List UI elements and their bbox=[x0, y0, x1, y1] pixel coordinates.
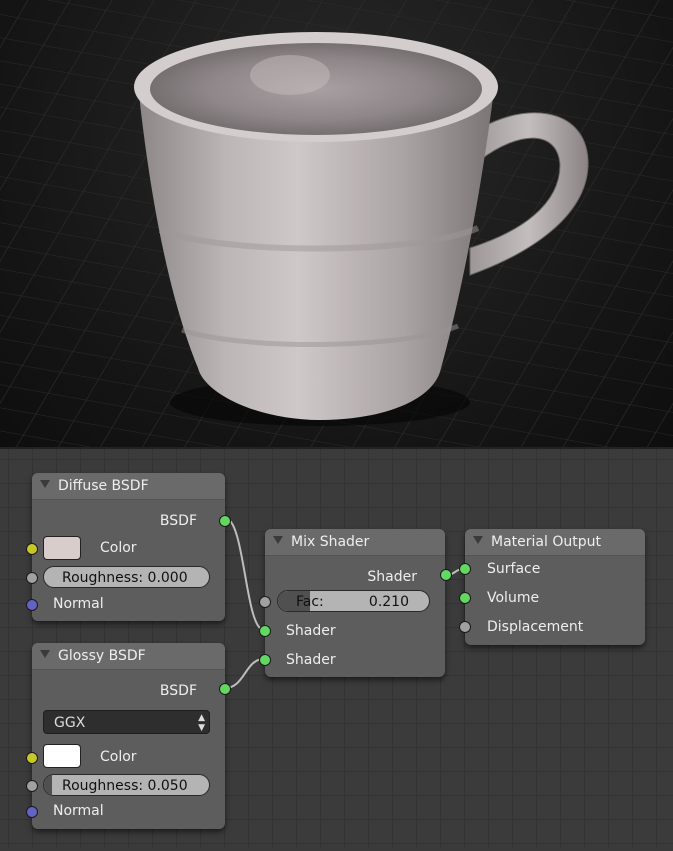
collapse-triangle-icon[interactable] bbox=[40, 650, 50, 658]
normal-input-socket[interactable] bbox=[26, 599, 38, 611]
bsdf-output-label: BSDF bbox=[159, 513, 197, 529]
collapse-triangle-icon[interactable] bbox=[40, 480, 50, 488]
color-label: Color bbox=[100, 540, 137, 556]
shader-output-label: Shader bbox=[367, 569, 417, 585]
bsdf-output-label: BSDF bbox=[159, 683, 197, 699]
color-label: Color bbox=[100, 749, 137, 765]
color-input-socket[interactable] bbox=[26, 543, 38, 555]
normal-label: Normal bbox=[53, 596, 104, 612]
node-title: Glossy BSDF bbox=[58, 648, 146, 664]
roughness-field[interactable]: Roughness: 0.050 bbox=[43, 774, 210, 796]
volume-label: Volume bbox=[487, 590, 540, 606]
roughness-input-socket[interactable] bbox=[26, 572, 38, 584]
displacement-label: Displacement bbox=[487, 619, 584, 635]
render-image bbox=[0, 0, 673, 447]
surface-input-socket[interactable] bbox=[459, 563, 471, 575]
volume-input-socket[interactable] bbox=[459, 592, 471, 604]
link-glossy-to-mix bbox=[224, 658, 265, 689]
distribution-dropdown[interactable]: GGX ▲ ▼ bbox=[43, 710, 210, 734]
node-title: Material Output bbox=[491, 534, 601, 550]
mix-shader-header[interactable]: Mix Shader bbox=[265, 529, 445, 556]
node-title: Diffuse BSDF bbox=[58, 478, 149, 494]
diffuse-bsdf-header[interactable]: Diffuse BSDF bbox=[32, 473, 225, 500]
shader1-input-socket[interactable] bbox=[259, 625, 271, 637]
mix-shader-node[interactable]: Mix Shader Shader Fac: 0.210 Shader Shad… bbox=[259, 529, 452, 677]
diffuse-bsdf-node[interactable]: Diffuse BSDF BSDF Color Roughness: 0.000… bbox=[26, 473, 231, 621]
fac-field[interactable]: Fac: 0.210 bbox=[277, 590, 430, 612]
diffuse-color-swatch[interactable] bbox=[43, 536, 81, 560]
collapse-triangle-icon[interactable] bbox=[473, 536, 483, 544]
collapse-triangle-icon[interactable] bbox=[273, 536, 283, 544]
bsdf-output-socket[interactable] bbox=[219, 515, 231, 527]
link-diffuse-to-mix bbox=[224, 517, 265, 631]
node-editor[interactable]: Diffuse BSDF BSDF Color Roughness: 0.000… bbox=[0, 447, 673, 849]
shader2-label: Shader bbox=[286, 652, 336, 668]
material-output-header[interactable]: Material Output bbox=[465, 529, 645, 556]
normal-input-socket[interactable] bbox=[26, 806, 38, 818]
shader1-label: Shader bbox=[286, 623, 336, 639]
fac-input-socket[interactable] bbox=[259, 596, 271, 608]
surface-label: Surface bbox=[487, 561, 541, 577]
shader-output-socket[interactable] bbox=[440, 569, 452, 581]
bsdf-output-socket[interactable] bbox=[219, 683, 231, 695]
color-input-socket[interactable] bbox=[26, 752, 38, 764]
normal-label: Normal bbox=[53, 803, 104, 819]
glossy-color-swatch[interactable] bbox=[43, 744, 81, 768]
displacement-input-socket[interactable] bbox=[459, 621, 471, 633]
shader2-input-socket[interactable] bbox=[259, 654, 271, 666]
glossy-bsdf-node[interactable]: Glossy BSDF BSDF GGX ▲ ▼ Color Roughness:… bbox=[26, 643, 231, 829]
roughness-field[interactable]: Roughness: 0.000 bbox=[43, 566, 210, 588]
material-output-node[interactable]: Material Output Surface Volume Displacem… bbox=[459, 529, 645, 645]
dropdown-arrows-icon: ▲ ▼ bbox=[198, 713, 205, 733]
node-title: Mix Shader bbox=[291, 534, 370, 550]
glossy-bsdf-header[interactable]: Glossy BSDF bbox=[32, 643, 225, 670]
render-viewport[interactable] bbox=[0, 0, 673, 447]
roughness-input-socket[interactable] bbox=[26, 780, 38, 792]
